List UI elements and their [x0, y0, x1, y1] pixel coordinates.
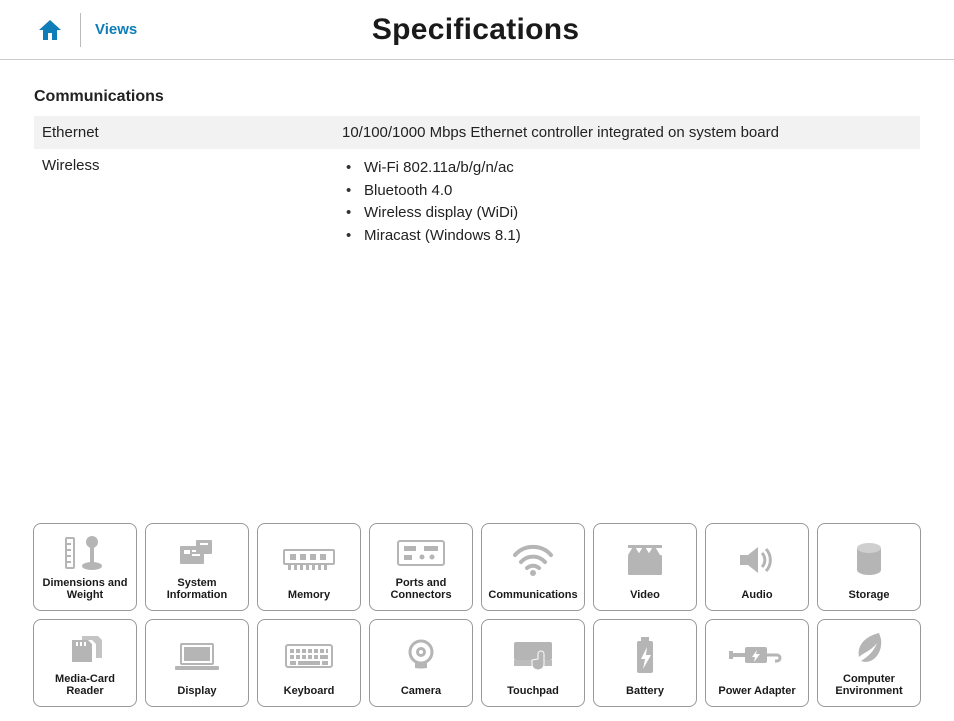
nav-tile-label: Touchpad	[507, 685, 559, 698]
storage-icon	[853, 530, 885, 589]
nav-tile-label: System Information	[150, 577, 244, 602]
table-row: Ethernet 10/100/1000 Mbps Ethernet contr…	[34, 116, 920, 149]
spec-table: Ethernet 10/100/1000 Mbps Ethernet contr…	[34, 116, 920, 255]
list-item: Wireless display (WiDi)	[346, 202, 912, 225]
battery-icon	[633, 626, 657, 685]
nav-tile-video[interactable]: Video	[593, 523, 697, 611]
media-card-icon	[64, 626, 106, 673]
memory-icon	[282, 530, 336, 589]
nav-tile-label: Media-Card Reader	[38, 673, 132, 698]
nav-tile-label: Video	[630, 589, 660, 602]
display-icon	[173, 626, 221, 685]
nav-tile-dimensions[interactable]: Dimensions and Weight	[33, 523, 137, 611]
audio-icon	[736, 530, 778, 589]
nav-tile-power-adapter[interactable]: Power Adapter	[705, 619, 809, 707]
nav-tile-system-information[interactable]: System Information	[145, 523, 249, 611]
list-item: Bluetooth 4.0	[346, 180, 912, 203]
nav-tile-display[interactable]: Display	[145, 619, 249, 707]
communications-icon	[511, 530, 555, 589]
nav-tile-label: Audio	[741, 589, 772, 602]
touchpad-icon	[510, 626, 556, 685]
video-icon	[624, 530, 666, 589]
table-row: Wireless Wi-Fi 802.11a/b/g/n/ac Bluetoot…	[34, 149, 920, 255]
nav-tile-communications[interactable]: Communications	[481, 523, 585, 611]
environment-icon	[853, 626, 885, 673]
nav-tile-label: Camera	[401, 685, 441, 698]
nav-tile-keyboard[interactable]: Keyboard	[257, 619, 361, 707]
nav-tile-battery[interactable]: Battery	[593, 619, 697, 707]
nav-tile-label: Power Adapter	[718, 685, 795, 698]
nav-tile-environment[interactable]: Computer Environment	[817, 619, 921, 707]
nav-tile-label: Dimensions and Weight	[38, 577, 132, 602]
power-adapter-icon	[729, 626, 785, 685]
page-title: Specifications	[27, 13, 924, 47]
keyboard-icon	[284, 626, 334, 685]
spec-label: Ethernet	[34, 116, 334, 149]
list-item: Miracast (Windows 8.1)	[346, 225, 912, 248]
bottom-nav-grid: Dimensions and Weight System Information…	[33, 523, 921, 707]
nav-tile-memory[interactable]: Memory	[257, 523, 361, 611]
nav-tile-storage[interactable]: Storage	[817, 523, 921, 611]
ports-icon	[396, 530, 446, 577]
section-heading-communications: Communications	[34, 88, 920, 106]
nav-tile-label: Battery	[626, 685, 664, 698]
list-item: Wi-Fi 802.11a/b/g/n/ac	[346, 157, 912, 180]
spec-label: Wireless	[34, 149, 334, 255]
nav-tile-label: Storage	[849, 589, 890, 602]
camera-icon	[403, 626, 439, 685]
nav-tile-touchpad[interactable]: Touchpad	[481, 619, 585, 707]
nav-tile-label: Display	[177, 685, 216, 698]
content-area: Communications Ethernet 10/100/1000 Mbps…	[0, 60, 954, 265]
nav-tile-camera[interactable]: Camera	[369, 619, 473, 707]
nav-tile-audio[interactable]: Audio	[705, 523, 809, 611]
spec-value: Wi-Fi 802.11a/b/g/n/ac Bluetooth 4.0 Wir…	[334, 149, 920, 255]
nav-tile-label: Communications	[488, 589, 577, 602]
nav-tile-label: Computer Environment	[822, 673, 916, 698]
system-info-icon	[174, 530, 220, 577]
nav-tile-label: Keyboard	[284, 685, 335, 698]
bullet-list: Wi-Fi 802.11a/b/g/n/ac Bluetooth 4.0 Wir…	[342, 157, 912, 247]
nav-tile-label: Memory	[288, 589, 330, 602]
nav-tile-ports[interactable]: Ports and Connectors	[369, 523, 473, 611]
nav-tile-media-card[interactable]: Media-Card Reader	[33, 619, 137, 707]
nav-tile-label: Ports and Connectors	[374, 577, 468, 602]
header-bar: Views Specifications	[0, 0, 954, 60]
dimensions-icon	[62, 530, 108, 577]
spec-value: 10/100/1000 Mbps Ethernet controller int…	[334, 116, 920, 149]
